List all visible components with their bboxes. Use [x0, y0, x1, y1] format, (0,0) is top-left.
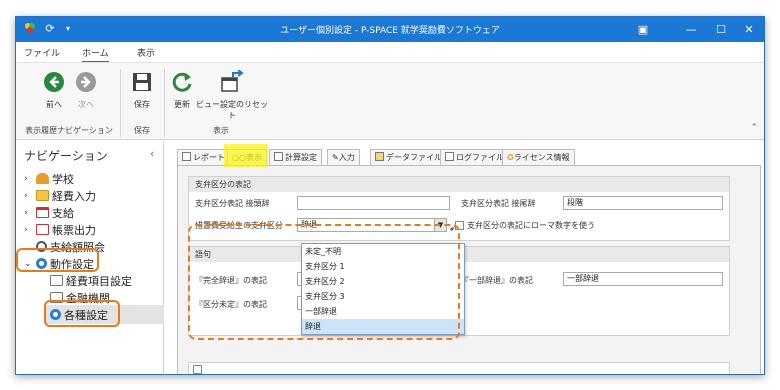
nav-label: 経費項目設定 — [66, 274, 132, 288]
refresh-icon — [169, 69, 195, 95]
menu-home[interactable]: ホーム — [82, 46, 109, 63]
tab-label: ログファイル — [456, 153, 504, 162]
nav-collapse-icon[interactable]: ‹ — [150, 147, 154, 160]
school-icon — [36, 173, 49, 184]
ribbon-separator — [120, 69, 121, 137]
tab-calculation-settings[interactable]: 計算設定 — [269, 149, 322, 165]
back-label: 前へ — [46, 100, 62, 109]
nav-label: 学校 — [52, 172, 74, 186]
tab-highlight — [224, 144, 268, 167]
partial-decline-field[interactable]: 一部辞退 — [563, 272, 723, 286]
nav-item-report-output[interactable]: › 帳票出力 — [24, 221, 96, 238]
maximize-button[interactable]: ☐ — [706, 17, 736, 42]
group-save-label: 保存 — [134, 126, 150, 135]
tab-label: 入力 — [338, 153, 355, 162]
reset-view-icon — [219, 69, 245, 95]
forward-arrow-icon — [73, 69, 99, 95]
tab-label: ライセンス情報 — [513, 153, 570, 162]
nav-item-expense-input[interactable]: › 経費入力 — [24, 187, 96, 204]
calendar-icon — [36, 207, 49, 218]
nav-item-expense-item-settings[interactable]: 経費項目設定 — [50, 272, 132, 289]
nav-highlight-operation-settings — [16, 248, 99, 272]
log-icon — [445, 152, 454, 161]
ribbon: 前へ 次へ 保存 更新 ビュー設定のリセット 表示履歴ナビゲーション 保存 表示… — [16, 62, 764, 140]
section-partial — [188, 362, 730, 374]
partial-decline-label: 『一部辞退』の表記 — [461, 276, 533, 285]
suffix-label: 支弁区分表記 接尾辞 — [461, 199, 536, 208]
chevron-right-icon: › — [24, 173, 28, 184]
tab-license-info[interactable]: ✪ライセンス情報 — [502, 149, 575, 165]
chevron-right-icon: › — [24, 224, 28, 235]
nav-highlight-various-settings — [44, 300, 120, 327]
forward-button[interactable]: 次へ — [66, 69, 106, 110]
tab-label: データファイル — [386, 153, 442, 162]
nav-label: 経費入力 — [52, 189, 96, 203]
section-title: 支弁区分の表記 — [189, 177, 729, 192]
save-icon — [129, 69, 155, 95]
tab-data-file[interactable]: データファイル — [370, 149, 447, 165]
back-arrow-icon — [41, 69, 67, 95]
prefix-field[interactable] — [297, 196, 450, 210]
award-icon: ✪ — [507, 153, 514, 162]
nav-label: 帳票出力 — [52, 223, 96, 237]
suffix-field[interactable]: 段階 — [563, 196, 723, 210]
tab-label: レポート — [193, 153, 225, 162]
nav-item-school[interactable]: › 学校 — [24, 170, 74, 187]
report-tab-icon — [182, 152, 191, 161]
nav-label: 支給 — [52, 206, 74, 220]
combo-highlight — [188, 224, 460, 340]
save-label: 保存 — [134, 100, 150, 109]
nav-item-payment[interactable]: › 支給 — [24, 204, 74, 221]
menu-file[interactable]: ファイル — [24, 46, 60, 59]
group-view-label: 表示 — [213, 126, 229, 135]
menu-bar: ファイル ホーム 表示 — [16, 42, 764, 63]
tab-report[interactable]: レポート — [177, 149, 230, 165]
folder-icon — [36, 190, 49, 201]
chevron-right-icon: › — [24, 190, 28, 201]
pencil-icon: ✎ — [332, 153, 339, 162]
save-button[interactable]: 保存 — [122, 69, 162, 110]
tab-label: 計算設定 — [285, 153, 317, 162]
reset-view-button[interactable]: ビュー設定のリセット — [196, 69, 268, 121]
group-nav-label: 表示履歴ナビゲーション — [25, 126, 113, 135]
reset-view-label: ビュー設定のリセット — [196, 100, 268, 120]
title-bar: ⟳ ▾ ユーザー個別設定 - P-SPACE 就学奨励費ソフトウェア ▣ — ☐… — [16, 17, 764, 42]
tab-log-file[interactable]: ログファイル — [440, 149, 509, 165]
forward-label: 次へ — [78, 100, 94, 109]
list-icon — [50, 275, 63, 286]
menu-view[interactable]: 表示 — [137, 46, 155, 59]
close-button[interactable]: ✕ — [734, 17, 764, 42]
file-icon — [375, 152, 384, 161]
tab-input[interactable]: ✎入力 — [327, 149, 360, 165]
nav-header: ナビゲーション — [24, 149, 108, 163]
partial-section-checkbox[interactable] — [193, 365, 202, 374]
report-icon — [36, 224, 49, 235]
refresh-label: 更新 — [174, 100, 190, 109]
chevron-right-icon: › — [24, 207, 28, 218]
collapse-ribbon-icon[interactable]: ⌃ — [750, 123, 758, 133]
roman-numeral-label: 支弁区分の表記にローマ数字を使う — [467, 221, 595, 230]
prefix-label: 支弁区分表記 接頭辞 — [195, 199, 270, 208]
calculator-icon — [274, 152, 283, 161]
window-layout-icon[interactable]: ▣ — [628, 17, 658, 42]
minimize-button[interactable]: — — [676, 17, 706, 42]
